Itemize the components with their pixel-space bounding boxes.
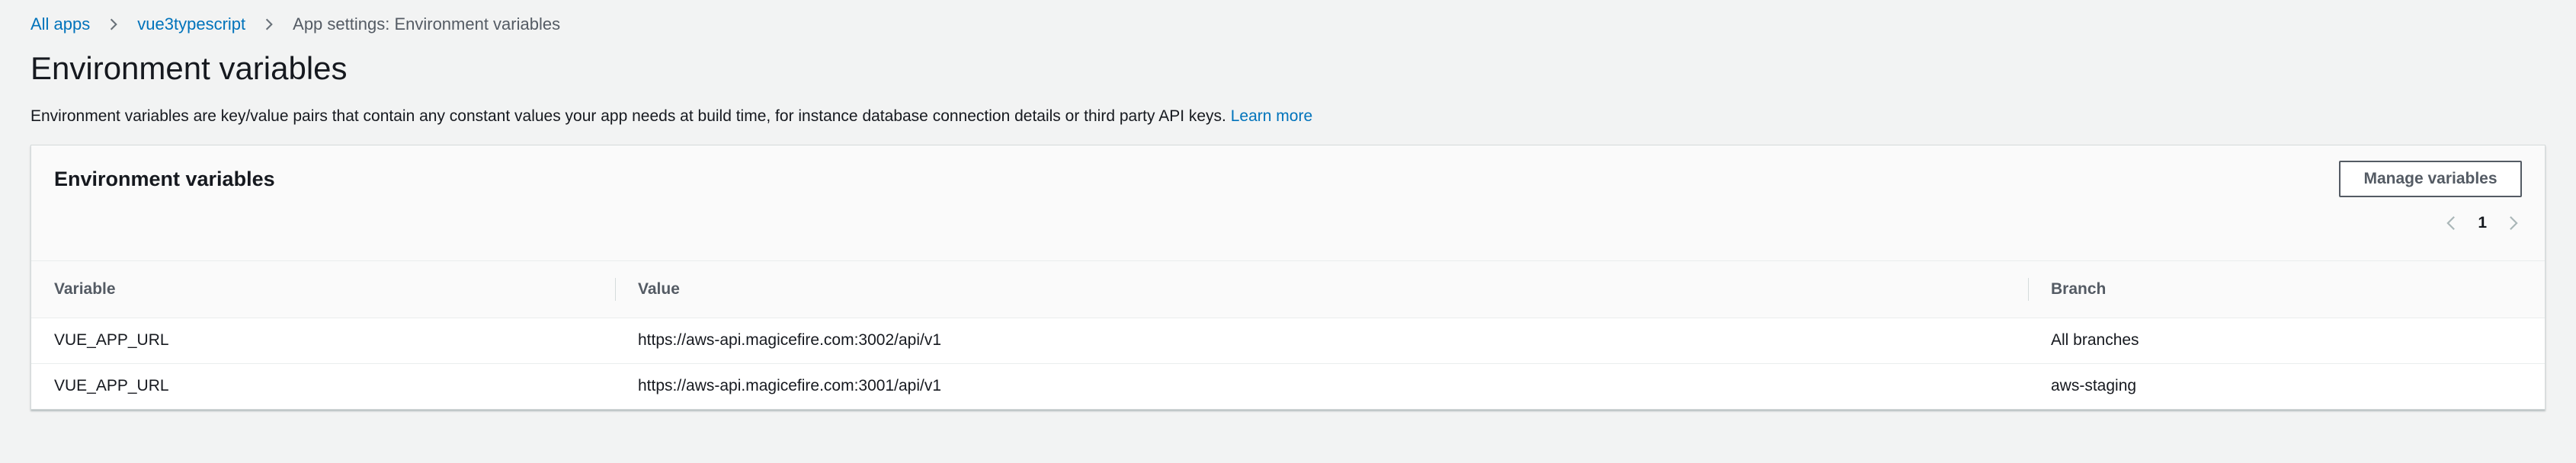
- chevron-right-icon[interactable]: [2505, 215, 2522, 232]
- table-row: VUE_APP_URL https://aws-api.magicefire.c…: [31, 363, 2545, 409]
- column-header-branch[interactable]: Branch: [2028, 261, 2545, 318]
- cell-variable: VUE_APP_URL: [31, 318, 615, 364]
- breadcrumb-app[interactable]: vue3typescript: [137, 14, 245, 34]
- chevron-left-icon[interactable]: [2443, 215, 2459, 232]
- cell-value: https://aws-api.magicefire.com:3002/api/…: [615, 318, 2028, 364]
- breadcrumb-current: App settings: Environment variables: [293, 14, 561, 34]
- page: All apps vue3typescript App settings: En…: [0, 0, 2576, 463]
- table-header-row: Variable Value Branch: [31, 261, 2545, 318]
- learn-more-link[interactable]: Learn more: [1231, 107, 1312, 125]
- chevron-right-icon: [107, 18, 120, 31]
- breadcrumb: All apps vue3typescript App settings: En…: [30, 12, 560, 37]
- cell-branch: All branches: [2028, 318, 2545, 364]
- cell-value: https://aws-api.magicefire.com:3001/api/…: [638, 377, 942, 395]
- card-title: Environment variables: [54, 168, 275, 190]
- cell-variable: VUE_APP_URL: [54, 377, 169, 395]
- env-variables-table: Variable Value Branch VUE_APP_URL https:…: [31, 261, 2545, 409]
- env-variables-card: Environment variables Manage variables 1: [30, 145, 2546, 410]
- page-description: Environment variables are key/value pair…: [30, 105, 1312, 128]
- page-title: Environment variables: [30, 50, 348, 86]
- chevron-right-icon: [262, 18, 276, 31]
- manage-variables-button[interactable]: Manage variables: [2339, 161, 2522, 197]
- column-header-value[interactable]: Value: [615, 261, 2028, 318]
- page-number[interactable]: 1: [2478, 214, 2487, 232]
- card-header: Environment variables Manage variables 1: [31, 145, 2545, 261]
- column-header-variable[interactable]: Variable: [31, 261, 615, 318]
- pagination: 1: [2443, 209, 2522, 237]
- page-description-text: Environment variables are key/value pair…: [30, 107, 1226, 125]
- breadcrumb-all-apps[interactable]: All apps: [30, 14, 90, 34]
- cell-branch: aws-staging: [2051, 377, 2137, 395]
- table-row: VUE_APP_URL https://aws-api.magicefire.c…: [31, 318, 2545, 364]
